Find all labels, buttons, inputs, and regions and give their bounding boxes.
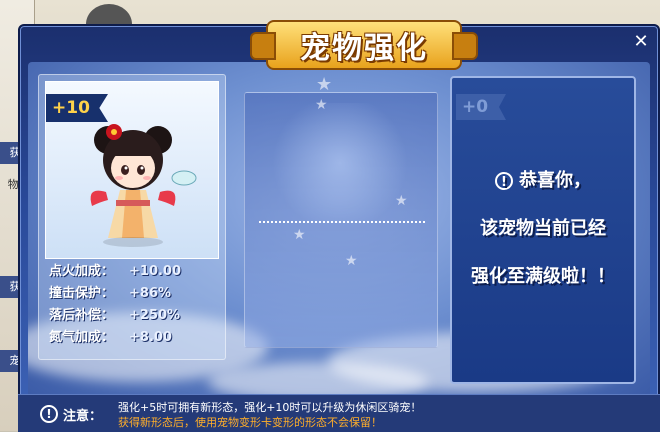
notice-text-line-1: 强化+5时可拥有新形态，强化+10时可以升级为休闲区骑宠！ [118,401,422,414]
stat-value: +10.00 [129,264,182,279]
stat-row: 点火加成： +10.00 [49,261,219,283]
star-icon: ★ [395,193,408,209]
close-button[interactable]: ✕ [630,32,652,52]
dialog-title: 宠物强化 [300,31,428,66]
dotted-divider [259,221,425,223]
notice-label: 注意： [63,409,103,424]
notice-footer: ! 注意： 强化+5时可拥有新形态，强化+10时可以升级为休闲区骑宠！ 获得新形… [18,394,660,432]
pet-stats-list: 点火加成： +10.00 撞击保护： +86% 落后补偿： +250% 氮气加成… [49,261,219,349]
star-icon: ★ [345,253,358,269]
enhance-result-panel: +0 ! 恭喜你， 该宠物当前已经 强化至满级啦！！ [450,76,636,384]
title-banner: 宠物强化 [250,20,478,70]
stat-label: 撞击保护： [49,286,115,301]
info-icon: ! [495,172,513,190]
result-message-line-2: 该宠物当前已经 [480,218,606,239]
stat-value: +86% [129,286,172,301]
current-pet-panel: +10 点火加成： +10.00 撞击保护： +86% 落后补偿： +250% … [38,74,226,360]
enhance-material-slot[interactable]: ★ ★ ★ ★ [244,92,438,348]
star-icon: ★ [316,74,333,95]
result-level-badge: +0 [456,94,506,120]
stat-label: 落后补偿： [49,308,115,323]
stat-value: +250% [129,308,181,323]
result-message-text: 恭喜你， [519,170,591,191]
stat-label: 点火加成： [49,264,115,279]
stat-value: +8.00 [129,330,172,345]
warning-icon: ! [40,405,58,423]
notice-text-line-2: 获得新形态后，使用宠物变形卡变形的形态不会保留！ [118,416,382,429]
result-message-line-1: ! 恭喜你， [452,166,634,192]
star-icon: ★ [293,227,306,243]
stat-row: 氮气加成： +8.00 [49,327,219,349]
star-icon: ★ [315,97,328,113]
slot-glow [265,103,415,223]
stat-row: 撞击保护： +86% [49,283,219,305]
pet-character-image [90,124,197,247]
result-message-line-3: 强化至满级啦！！ [471,266,615,287]
pet-portrait[interactable]: +10 [45,81,219,259]
stat-row: 落后补偿： +250% [49,305,219,327]
stat-label: 氮气加成： [49,330,115,345]
